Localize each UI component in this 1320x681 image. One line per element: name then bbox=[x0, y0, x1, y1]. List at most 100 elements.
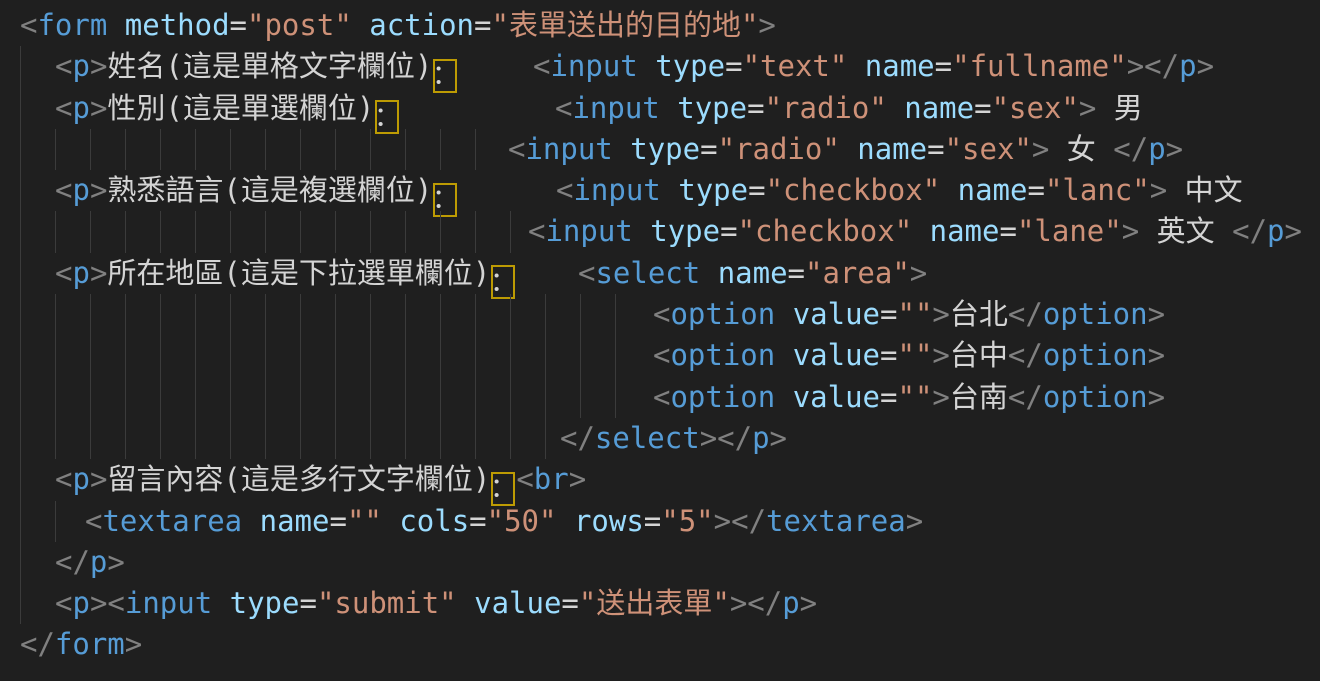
code-token-tag: p bbox=[90, 545, 107, 579]
code-token-br: < bbox=[653, 338, 670, 372]
code-token-tag: input bbox=[545, 214, 632, 248]
code-token-br: > bbox=[90, 256, 107, 290]
code-token-br: > bbox=[107, 545, 124, 579]
code-token-tx: 台南 bbox=[950, 380, 1008, 414]
code-line-15[interactable]: <p><input type="submit" value="送出表單"></p… bbox=[0, 583, 1320, 624]
code-token-tx: 台北 bbox=[950, 297, 1008, 331]
code-token-tx: 熟悉語言(這是複選欄位) bbox=[107, 173, 432, 207]
code-token-st: "lanc" bbox=[1045, 173, 1150, 207]
code-token-tag: p bbox=[1148, 132, 1165, 166]
code-token-st: "checkbox" bbox=[766, 173, 941, 207]
code-segment: <p>性別(這是單選欄位)： bbox=[55, 88, 400, 135]
code-area[interactable]: <form method="post" action="表單送出的目的地"><p… bbox=[0, 5, 1320, 666]
code-token-pl: = bbox=[935, 49, 952, 83]
code-token-at: name bbox=[718, 256, 788, 290]
code-token-pl: = bbox=[561, 586, 578, 620]
code-line-11[interactable]: </select></p> bbox=[0, 418, 1320, 459]
code-token-br: </ bbox=[1232, 214, 1267, 248]
code-token-pl: = bbox=[974, 91, 991, 125]
code-token-st: "" bbox=[347, 504, 382, 538]
code-line-12[interactable]: <p>留言內容(這是多行文字欄位)：<br> bbox=[0, 459, 1320, 500]
code-token-pl bbox=[940, 173, 957, 207]
code-token-at: value bbox=[474, 586, 561, 620]
code-token-tag: option bbox=[670, 297, 775, 331]
code-token-br: </ bbox=[1008, 380, 1043, 414]
code-line-5[interactable]: <p>熟悉語言(這是複選欄位)：<input type="checkbox" n… bbox=[0, 170, 1320, 211]
code-token-br: < bbox=[55, 49, 72, 83]
code-line-1[interactable]: <form method="post" action="表單送出的目的地"> bbox=[0, 5, 1320, 46]
code-token-br: < bbox=[20, 8, 37, 42]
code-line-8[interactable]: <option value="">台北</option> bbox=[0, 294, 1320, 335]
code-line-2[interactable]: <p>姓名(這是單格文字欄位)：<input type="text" name=… bbox=[0, 46, 1320, 87]
code-token-tx: 男 bbox=[1096, 91, 1142, 125]
code-token-at: value bbox=[793, 297, 880, 331]
code-token-br: > bbox=[125, 627, 142, 661]
code-token-br: </ bbox=[55, 545, 90, 579]
code-line-13[interactable]: <textarea name="" cols="50" rows="5"></t… bbox=[0, 501, 1320, 542]
code-segment: <option value="">台南</option> bbox=[653, 377, 1165, 418]
code-token-br: > bbox=[1166, 132, 1183, 166]
code-token-tx: 中文 bbox=[1167, 173, 1242, 207]
code-token-pl bbox=[382, 504, 399, 538]
code-token-pl: = bbox=[469, 504, 486, 538]
code-token-br: < bbox=[508, 132, 525, 166]
code-token-br: > bbox=[1150, 173, 1167, 207]
code-token-tag: form bbox=[55, 627, 125, 661]
code-token-br: < bbox=[55, 462, 72, 496]
code-token-st: "radio" bbox=[718, 132, 840, 166]
code-token-at: name bbox=[958, 173, 1028, 207]
code-token-tag: p bbox=[72, 256, 89, 290]
code-token-at: name bbox=[260, 504, 330, 538]
code-token-tag: textarea bbox=[102, 504, 242, 538]
code-token-br: < bbox=[578, 256, 595, 290]
code-token-pl bbox=[352, 8, 369, 42]
code-token-br: > bbox=[90, 49, 107, 83]
code-token-at: cols bbox=[399, 504, 469, 538]
code-token-br: < bbox=[653, 380, 670, 414]
code-line-6[interactable]: <input type="checkbox" name="lane"> 英文 <… bbox=[0, 211, 1320, 252]
code-token-pl: = bbox=[999, 214, 1016, 248]
code-line-4[interactable]: <input type="radio" name="sex"> 女 </p> bbox=[0, 129, 1320, 170]
code-token-br: ></ bbox=[1127, 49, 1179, 83]
code-token-at: type bbox=[630, 132, 700, 166]
code-token-br: > bbox=[569, 462, 586, 496]
code-token-br: < bbox=[55, 91, 72, 125]
code-line-3[interactable]: <p>性別(這是單選欄位)：<input type="radio" name="… bbox=[0, 88, 1320, 129]
code-token-pl bbox=[242, 504, 259, 538]
code-segment: </p> bbox=[55, 542, 125, 583]
code-token-br: < bbox=[555, 91, 572, 125]
code-token-br: > bbox=[1148, 380, 1165, 414]
code-token-br: > bbox=[1148, 297, 1165, 331]
code-token-at: rows bbox=[574, 504, 644, 538]
code-line-7[interactable]: <p>所在地區(這是下拉選單欄位)：<select name="area"> bbox=[0, 253, 1320, 294]
code-token-at: action bbox=[369, 8, 474, 42]
code-token-pl: = bbox=[880, 380, 897, 414]
code-segment: <select name="area"> bbox=[578, 253, 927, 294]
code-token-tag: p bbox=[1179, 49, 1196, 83]
code-token-br: > bbox=[770, 421, 787, 455]
code-token-br: > bbox=[1079, 91, 1096, 125]
code-line-9[interactable]: <option value="">台中</option> bbox=[0, 335, 1320, 376]
code-token-pl bbox=[556, 504, 573, 538]
code-line-10[interactable]: <option value="">台南</option> bbox=[0, 377, 1320, 418]
code-token-pl: = bbox=[1027, 173, 1044, 207]
code-token-pl: = bbox=[700, 132, 717, 166]
code-token-tag: option bbox=[670, 380, 775, 414]
code-line-16[interactable]: </form> bbox=[0, 624, 1320, 665]
code-token-tag: option bbox=[670, 338, 775, 372]
code-token-pl bbox=[887, 91, 904, 125]
code-token-tag: input bbox=[572, 91, 659, 125]
code-token-at: type bbox=[677, 91, 747, 125]
code-token-br: > bbox=[1197, 49, 1214, 83]
code-token-at: method bbox=[125, 8, 230, 42]
code-segment: <input type="radio" name="sex"> 男 bbox=[555, 88, 1143, 129]
code-token-br: >< bbox=[90, 586, 125, 620]
code-token-br: > bbox=[758, 8, 775, 42]
code-token-tag: p bbox=[1267, 214, 1284, 248]
code-token-br: > bbox=[932, 297, 949, 331]
code-segment: <p><input type="submit" value="送出表單"></p… bbox=[55, 583, 817, 624]
code-token-at: value bbox=[793, 380, 880, 414]
code-token-tx: 姓名(這是單格文字欄位) bbox=[107, 49, 432, 83]
code-line-14[interactable]: </p> bbox=[0, 542, 1320, 583]
code-token-pl: = bbox=[748, 173, 765, 207]
